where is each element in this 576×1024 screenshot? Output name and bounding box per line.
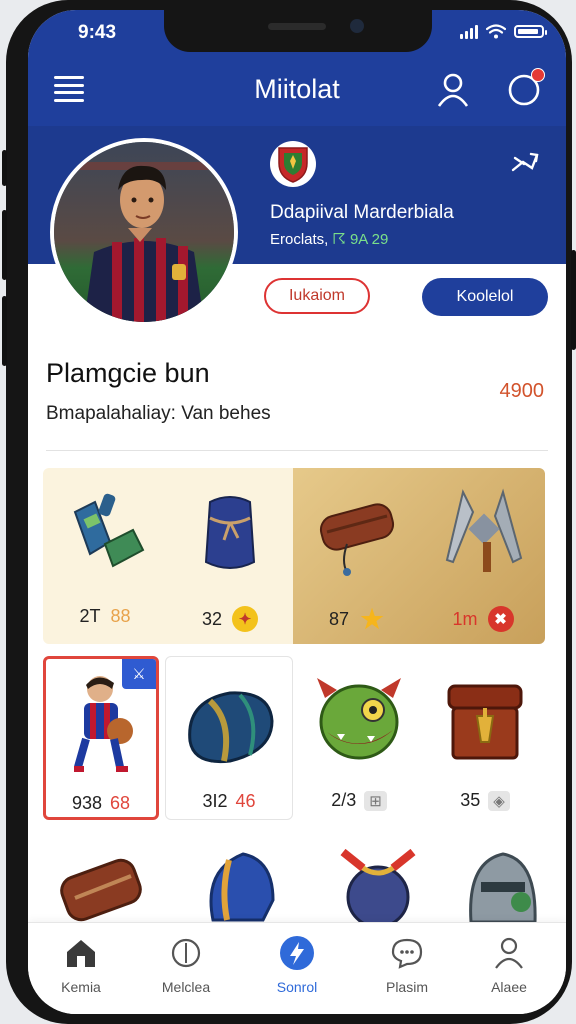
item-count: 35 <box>460 790 481 810</box>
item-price: ⊞ <box>364 790 387 811</box>
share-icon[interactable] <box>510 150 540 178</box>
drum-icon <box>319 503 395 576</box>
section-subtitle: Bmapalahaliay: Van behes <box>46 403 271 424</box>
shin-guards-icon <box>73 493 145 568</box>
items-row-featured: 2T 88 32 ✦ 87 ★ 1m ✖ <box>43 468 545 644</box>
item-meta: 938 68 <box>46 793 156 814</box>
phone-frame: 9:43 Miitolat Ddapiival Marderbiala Eroc… <box>2 0 576 1024</box>
item-meta: 35 ◈ <box>425 790 545 811</box>
item-card[interactable]: 32 ✦ <box>168 468 292 644</box>
speaker <box>268 23 326 30</box>
coin-balance: 4900 <box>499 380 545 402</box>
item-card[interactable]: 35 ◈ <box>425 656 545 820</box>
item-meta: 2/3 ⊞ <box>299 790 419 811</box>
app-title: Miitolat <box>254 74 340 104</box>
bottom-navigation: Kemia Melclea Sonrol Plasim Alaee <box>28 922 566 1014</box>
item-count: 938 <box>71 793 102 813</box>
item-meta: 2T 88 <box>43 606 167 627</box>
item-meta: 87 ★ <box>295 603 419 634</box>
signal-icon <box>460 24 478 39</box>
power-button <box>571 250 576 350</box>
bomb-icon[interactable] <box>333 842 423 932</box>
front-camera <box>350 19 364 33</box>
item-count: 87 <box>328 608 350 629</box>
item-card[interactable]: 1m ✖ <box>421 468 545 644</box>
item-badge: ✖ <box>487 606 514 632</box>
status-icons <box>460 24 547 39</box>
item-card[interactable]: 3I2 46 <box>165 656 293 820</box>
knight-helmet-icon[interactable] <box>457 842 545 932</box>
section-title: Plamgcie bun <box>46 358 210 388</box>
chat-icon <box>391 938 423 969</box>
home-icon <box>67 940 95 967</box>
screen: 9:43 Miitolat Ddapiival Marderbiala Eroc… <box>28 10 566 1014</box>
item-card-selected[interactable]: ⚔ 938 68 <box>43 656 159 820</box>
outline-action-button[interactable]: Iukaiom <box>264 278 370 314</box>
profile-icon[interactable] <box>436 72 470 108</box>
item-card[interactable]: 2/3 ⊞ <box>299 656 419 820</box>
item-price: 46 <box>235 791 256 811</box>
items-row-more <box>43 838 545 934</box>
player-photo <box>54 142 234 322</box>
nav-item-home[interactable]: Kemia <box>36 935 126 995</box>
monster-head-icon <box>317 678 401 760</box>
item-badge: ✦ <box>232 606 259 632</box>
item-card[interactable]: 87 ★ <box>295 468 419 644</box>
item-price: 88 <box>110 606 131 626</box>
sack-icon <box>204 496 256 569</box>
player-name: Ddapiival Marderbiala <box>270 202 454 223</box>
status-time: 9:43 <box>78 22 117 43</box>
nav-item-active[interactable]: Sonrol <box>252 935 342 995</box>
volume-down-button <box>2 296 7 366</box>
items-row-inventory: ⚔ 938 68 3I2 46 2/3 ⊞ 35 ◈ <box>43 656 545 820</box>
notification-button[interactable] <box>506 68 545 108</box>
item-count: 1m <box>452 608 478 629</box>
item-meta: 1m ✖ <box>421 606 545 632</box>
item-count: 3I2 <box>202 791 228 811</box>
item-price: 68 <box>110 793 131 813</box>
item-meta: 3I2 46 <box>166 791 292 812</box>
nav-item-chat[interactable]: Plasim <box>362 935 452 995</box>
player-club: Eroclats, <box>270 231 329 248</box>
item-badge: ★ <box>360 603 384 634</box>
item-count: 32 <box>201 608 223 629</box>
nav-label: Alaee <box>491 979 527 995</box>
helmet-icon[interactable] <box>193 840 283 930</box>
lightning-icon <box>280 936 314 970</box>
nav-item-profile[interactable]: Alaee <box>464 935 554 995</box>
player-avatar[interactable] <box>50 138 238 326</box>
mute-switch <box>2 150 7 186</box>
daggers-icon <box>445 488 523 572</box>
player-figure-icon <box>74 676 133 772</box>
nav-label: Sonrol <box>276 979 318 995</box>
nav-label: Melclea <box>161 979 211 995</box>
notification-dot <box>531 68 545 82</box>
barrel-icon[interactable] <box>57 848 147 928</box>
item-count: 2T <box>79 606 101 626</box>
wifi-icon <box>486 24 506 39</box>
armor-pad-icon <box>188 691 274 764</box>
primary-action-button[interactable]: Koolelol <box>422 278 548 316</box>
compass-icon <box>171 938 201 968</box>
divider <box>46 450 548 451</box>
treasure-chest-icon <box>447 684 523 760</box>
item-meta: 32 ✦ <box>168 606 292 632</box>
player-rating: ☈ 9A 29 <box>332 231 389 248</box>
nav-label: Kemia <box>61 979 101 995</box>
player-subtitle: Eroclats, ☈ 9A 29 <box>270 230 388 248</box>
item-count: 2/3 <box>331 790 357 810</box>
item-card[interactable]: 2T 88 <box>43 468 167 644</box>
nav-item-compass[interactable]: Melclea <box>141 935 231 995</box>
nav-label: Plasim <box>385 979 428 995</box>
profile-icon <box>495 937 523 969</box>
battery-icon <box>514 25 547 38</box>
volume-up-button <box>2 210 7 280</box>
club-crest-icon <box>270 141 316 187</box>
item-price: ◈ <box>488 790 510 811</box>
app-bar: Miitolat <box>28 54 566 126</box>
notch <box>164 10 432 52</box>
